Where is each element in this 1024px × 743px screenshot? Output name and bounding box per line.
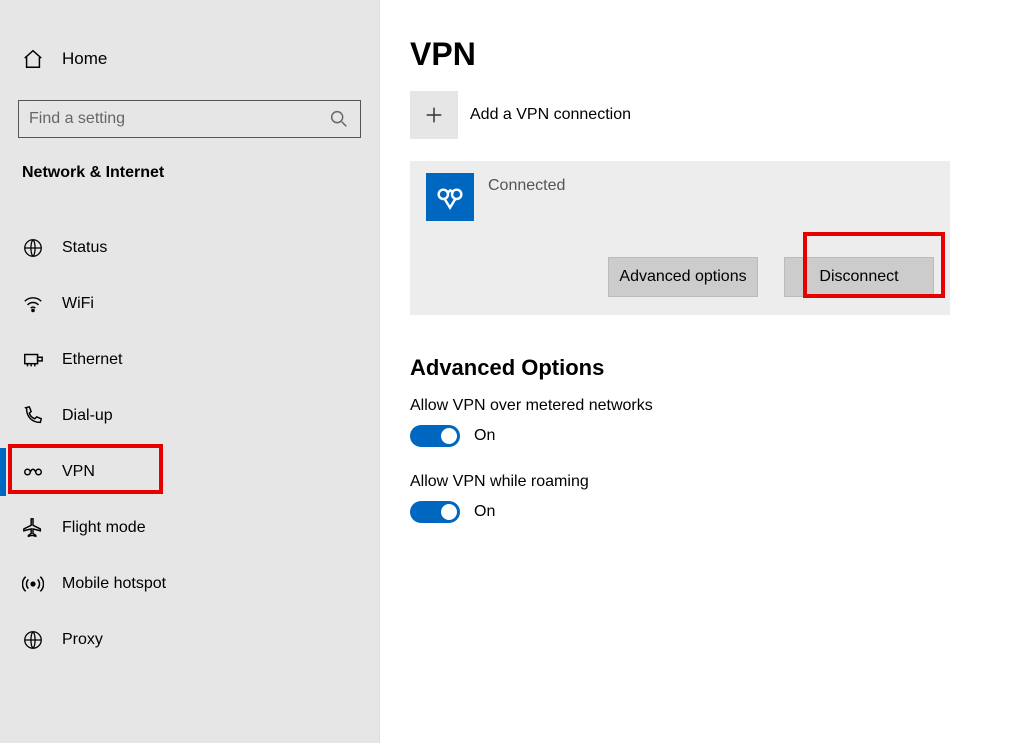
option-label: Allow VPN while roaming	[410, 473, 994, 491]
toggle-state: On	[474, 503, 495, 521]
option-label: Allow VPN over metered networks	[410, 397, 994, 415]
phone-icon	[22, 405, 44, 427]
settings-sidebar: Home Network & Internet Status	[0, 0, 380, 743]
plus-icon	[423, 104, 445, 126]
toggle-state: On	[474, 427, 495, 445]
sidebar-item-wifi[interactable]: WiFi	[0, 276, 379, 332]
sidebar-item-hotspot[interactable]: Mobile hotspot	[0, 556, 379, 612]
advanced-options-heading: Advanced Options	[410, 355, 994, 381]
sidebar-item-label: Ethernet	[62, 351, 122, 369]
globe-icon	[22, 237, 44, 259]
sidebar-item-label: Status	[62, 239, 107, 257]
sidebar-item-dialup[interactable]: Dial-up	[0, 388, 379, 444]
main-panel: VPN Add a VPN connection Connected	[380, 0, 1024, 743]
add-vpn-connection[interactable]: Add a VPN connection	[410, 91, 994, 139]
wifi-icon	[22, 293, 44, 315]
airplane-icon	[22, 517, 44, 539]
plus-icon-tile	[410, 91, 458, 139]
disconnect-button[interactable]: Disconnect	[784, 257, 934, 297]
page-title: VPN	[410, 36, 994, 73]
ethernet-icon	[22, 349, 44, 371]
sidebar-item-flightmode[interactable]: Flight mode	[0, 500, 379, 556]
sidebar-item-proxy[interactable]: Proxy	[0, 612, 379, 668]
home-icon	[22, 48, 44, 70]
option-metered: Allow VPN over metered networks On	[410, 397, 994, 447]
search-icon	[328, 108, 350, 130]
search-input[interactable]	[29, 110, 328, 128]
sidebar-section-title: Network & Internet	[0, 164, 379, 190]
add-vpn-label: Add a VPN connection	[470, 106, 631, 124]
toggle-roaming[interactable]	[410, 501, 460, 523]
sidebar-home-label: Home	[62, 49, 107, 69]
sidebar-item-label: WiFi	[62, 295, 94, 313]
vpn-provider-tile	[426, 173, 474, 221]
sidebar-item-label: VPN	[62, 463, 95, 481]
sidebar-item-status[interactable]: Status	[0, 220, 379, 276]
sidebar-item-label: Dial-up	[62, 407, 113, 425]
sidebar-item-label: Proxy	[62, 631, 103, 649]
sidebar-nav: Status WiFi Ethernet	[0, 220, 379, 668]
vpn-connection-card[interactable]: Connected Advanced options Disconnect	[410, 161, 950, 315]
vpn-provider-icon	[434, 181, 466, 213]
proxy-globe-icon	[22, 629, 44, 651]
vpn-connection-header: Connected	[426, 173, 934, 221]
sidebar-item-label: Flight mode	[62, 519, 146, 537]
vpn-icon	[22, 461, 44, 483]
toggle-metered[interactable]	[410, 425, 460, 447]
sidebar-item-vpn[interactable]: VPN	[0, 444, 379, 500]
sidebar-home[interactable]: Home	[0, 40, 379, 78]
option-roaming: Allow VPN while roaming On	[410, 473, 994, 523]
advanced-options-button[interactable]: Advanced options	[608, 257, 758, 297]
vpn-connection-status: Connected	[488, 177, 565, 195]
sidebar-item-label: Mobile hotspot	[62, 575, 166, 593]
hotspot-icon	[22, 573, 44, 595]
search-input-wrap[interactable]	[18, 100, 361, 138]
sidebar-item-ethernet[interactable]: Ethernet	[0, 332, 379, 388]
